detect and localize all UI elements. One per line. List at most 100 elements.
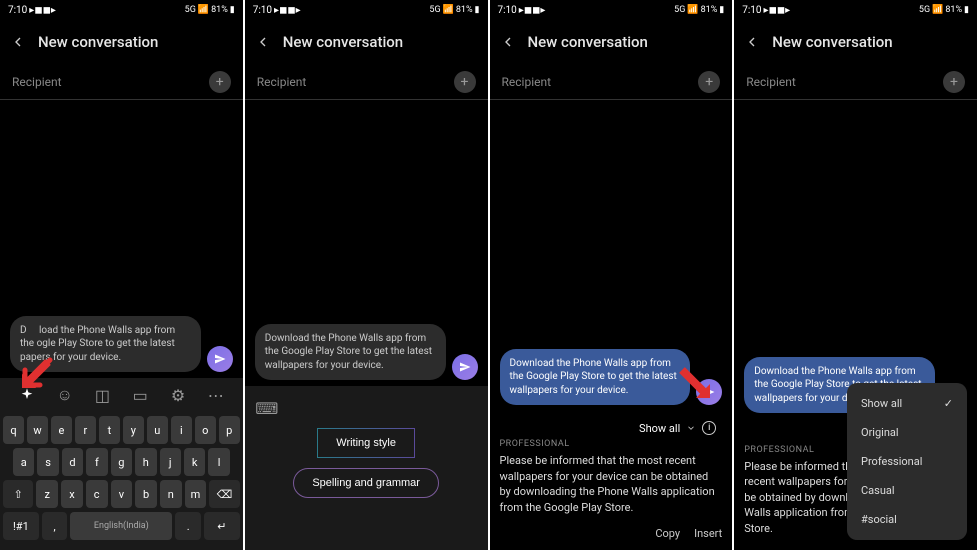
page-title: New conversation — [528, 33, 648, 51]
send-icon — [459, 361, 471, 373]
message-input[interactable]: Download the Phone Walls app from the Go… — [255, 324, 446, 381]
clipboard-icon[interactable]: ▭ — [130, 385, 150, 405]
key-k[interactable]: k — [184, 448, 205, 476]
key-o[interactable]: o — [195, 416, 216, 444]
status-icons-left: ▸◼◼▸ — [29, 5, 56, 16]
shift-key[interactable]: ⇧ — [3, 480, 33, 508]
conversation-area — [0, 100, 243, 310]
space-key[interactable]: English(India) — [70, 512, 172, 540]
header: New conversation — [0, 20, 243, 64]
key-a[interactable]: a — [13, 448, 34, 476]
status-time: 7:10 — [8, 5, 27, 16]
send-button[interactable] — [452, 354, 478, 380]
key-f[interactable]: f — [86, 448, 107, 476]
key-j[interactable]: j — [160, 448, 181, 476]
recipient-row: Recipient + — [245, 64, 488, 100]
key-z[interactable]: z — [36, 480, 58, 508]
add-recipient-button[interactable]: + — [943, 71, 965, 93]
key-s[interactable]: s — [37, 448, 58, 476]
info-icon[interactable]: i — [702, 421, 716, 435]
dropdown-social[interactable]: #social — [847, 505, 967, 534]
key-r[interactable]: r — [75, 416, 96, 444]
dropdown-professional[interactable]: Professional — [847, 447, 967, 476]
key-l[interactable]: l — [208, 448, 229, 476]
suggestion-toolbar: ⌨ — [253, 398, 480, 418]
key-v[interactable]: v — [111, 480, 133, 508]
gif-icon[interactable]: ◫ — [92, 385, 112, 405]
header: New conversation — [490, 20, 733, 64]
status-bar: 7:10▸◼◼▸ 5G📶81%▮ — [490, 0, 733, 20]
key-c[interactable]: c — [86, 480, 108, 508]
settings-icon[interactable]: ⚙ — [168, 385, 188, 405]
show-all-row: Show all i — [500, 417, 723, 439]
copy-button[interactable]: Copy — [655, 527, 680, 540]
add-recipient-button[interactable]: + — [698, 71, 720, 93]
status-battery: 81% — [211, 5, 228, 15]
dropdown-casual[interactable]: Casual — [847, 476, 967, 505]
add-recipient-button[interactable]: + — [209, 71, 231, 93]
symbols-key[interactable]: !#1 — [3, 512, 39, 540]
battery-icon: ▮ — [230, 5, 235, 15]
recipient-row: Recipient + — [490, 64, 733, 100]
recipient-row: Recipient + — [734, 64, 977, 100]
ai-suggestion-panel: ⌨ Writing style Spelling and grammar — [245, 386, 488, 550]
back-icon[interactable] — [500, 34, 516, 50]
key-u[interactable]: u — [147, 416, 168, 444]
show-all-dropdown[interactable]: Show all — [639, 422, 680, 435]
screenshot-4: 7:10▸◼◼▸ 5G📶81%▮ New conversation Recipi… — [734, 0, 977, 550]
key-t[interactable]: t — [99, 416, 120, 444]
recipient-field[interactable]: Recipient — [502, 75, 552, 89]
dropdown-show-all[interactable]: Show all✓ — [847, 389, 967, 418]
key-p[interactable]: p — [219, 416, 240, 444]
key-m[interactable]: m — [185, 480, 207, 508]
tutorial-arrow — [20, 350, 60, 390]
key-i[interactable]: i — [171, 416, 192, 444]
status-time: 7:10 — [742, 5, 761, 16]
recipient-field[interactable]: Recipient — [12, 75, 62, 89]
result-text: Please be informed that the most recent … — [500, 453, 723, 515]
key-q[interactable]: q — [3, 416, 24, 444]
back-icon[interactable] — [255, 34, 271, 50]
status-bar: 7:10▸◼◼▸ 5G📶81%▮ — [245, 0, 488, 20]
ai-result-panel: Show all i Professional Please be inform… — [490, 411, 733, 550]
screenshot-2: 7:10▸◼◼▸ 5G📶81%▮ New conversation Recipi… — [245, 0, 488, 550]
status-time: 7:10 — [253, 5, 272, 16]
send-button[interactable] — [207, 346, 233, 372]
key-d[interactable]: d — [62, 448, 83, 476]
back-icon[interactable] — [10, 34, 26, 50]
writing-style-button[interactable]: Writing style — [317, 428, 415, 458]
message-input-selected[interactable]: Download the Phone Walls app from the Go… — [500, 349, 691, 406]
keyboard-collapse-icon[interactable]: ⌨ — [257, 398, 277, 418]
recipient-field[interactable]: Recipient — [257, 75, 307, 89]
back-icon[interactable] — [744, 34, 760, 50]
page-title: New conversation — [283, 33, 403, 51]
chevron-down-icon[interactable] — [686, 423, 696, 433]
screenshot-1: 7:10 ▸◼◼▸ 5G 📶 81% ▮ New conversation Re… — [0, 0, 243, 550]
key-y[interactable]: y — [123, 416, 144, 444]
comma-key[interactable]: , — [42, 512, 68, 540]
key-w[interactable]: w — [27, 416, 48, 444]
status-time: 7:10 — [498, 5, 517, 16]
insert-button[interactable]: Insert — [694, 527, 722, 540]
check-icon: ✓ — [944, 397, 953, 410]
style-dropdown: Show all✓ Original Professional Casual #… — [847, 383, 967, 540]
recipient-row: Recipient + — [0, 64, 243, 100]
enter-key[interactable]: ↵ — [204, 512, 240, 540]
key-b[interactable]: b — [135, 480, 157, 508]
period-key[interactable]: . — [175, 512, 201, 540]
status-bar: 7:10▸◼◼▸ 5G📶81%▮ — [734, 0, 977, 20]
dropdown-original[interactable]: Original — [847, 418, 967, 447]
key-g[interactable]: g — [111, 448, 132, 476]
add-recipient-button[interactable]: + — [454, 71, 476, 93]
send-icon — [214, 353, 226, 365]
header: New conversation — [245, 20, 488, 64]
spelling-grammar-button[interactable]: Spelling and grammar — [293, 468, 439, 498]
more-icon[interactable]: ⋯ — [206, 385, 226, 405]
key-n[interactable]: n — [160, 480, 182, 508]
key-x[interactable]: x — [61, 480, 83, 508]
key-e[interactable]: e — [51, 416, 72, 444]
key-h[interactable]: h — [135, 448, 156, 476]
recipient-field[interactable]: Recipient — [746, 75, 796, 89]
backspace-key[interactable]: ⌫ — [209, 480, 239, 508]
signal-icon: 📶 — [198, 5, 209, 15]
